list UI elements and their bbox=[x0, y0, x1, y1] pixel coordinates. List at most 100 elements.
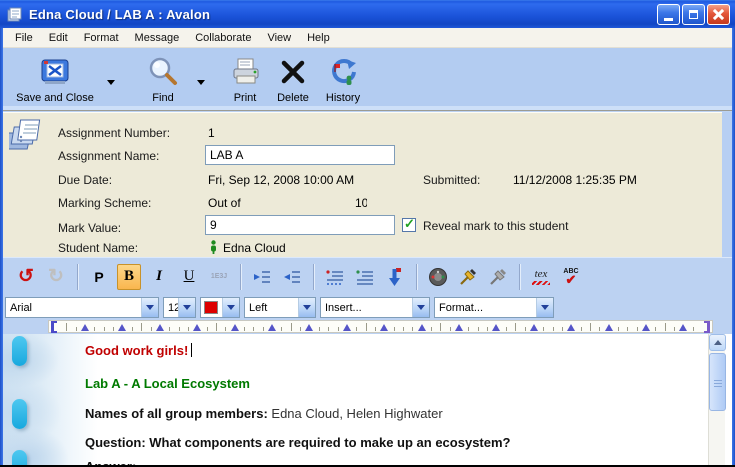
menu-edit[interactable]: Edit bbox=[42, 30, 75, 46]
submitted-value: 11/12/2008 1:25:35 PM bbox=[513, 173, 637, 187]
document-body[interactable]: Good work girls! Lab A - A Local Ecosyst… bbox=[3, 334, 732, 465]
save-and-close-label: Save and Close bbox=[16, 92, 94, 104]
font-select[interactable]: Arial bbox=[5, 297, 159, 318]
scroll-up-button[interactable] bbox=[709, 334, 726, 351]
close-icon bbox=[713, 9, 724, 20]
insert-below-button[interactable] bbox=[383, 264, 407, 290]
underline-button[interactable]: U bbox=[177, 264, 201, 290]
format-toolbar: ↺ ↻ P B I U 1E3J bbox=[3, 257, 732, 295]
font-color-arrow[interactable] bbox=[222, 298, 239, 317]
teacher-comment: Good work girls! bbox=[85, 343, 192, 358]
indent-decrease-button[interactable] bbox=[280, 264, 304, 290]
separator bbox=[416, 264, 417, 290]
form-right-gutter bbox=[722, 112, 732, 257]
signature-button[interactable]: tex bbox=[529, 264, 553, 290]
student-name-value[interactable]: Edna Cloud bbox=[223, 241, 286, 255]
minimize-button[interactable] bbox=[657, 4, 680, 25]
spellcheck-button[interactable]: ABC ✔ bbox=[559, 264, 583, 290]
find-button[interactable]: Find bbox=[135, 54, 191, 104]
insert-select-arrow[interactable] bbox=[412, 298, 429, 317]
eyedropper-gray-button[interactable] bbox=[486, 264, 510, 290]
group-members-line: Names of all group members: Edna Cloud, … bbox=[85, 406, 443, 421]
document-note-icon bbox=[6, 6, 23, 23]
history-button[interactable]: History bbox=[319, 54, 367, 104]
font-select-arrow[interactable] bbox=[141, 298, 158, 317]
insert-select[interactable]: Insert... bbox=[320, 297, 430, 318]
assignment-form: Assignment Number: 1 Assignment Name: Du… bbox=[3, 112, 722, 257]
undo-button[interactable]: ↺ bbox=[14, 264, 38, 290]
format-select[interactable]: Format... bbox=[434, 297, 554, 318]
maximize-button[interactable] bbox=[682, 4, 705, 25]
reveal-mark-label: Reveal mark to this student bbox=[423, 219, 568, 233]
scrollbar-grip-icon bbox=[714, 380, 722, 381]
style-combo-row: Arial 12 Left Insert... Format... bbox=[3, 295, 732, 319]
menu-view[interactable]: View bbox=[260, 30, 298, 46]
menu-format[interactable]: Format bbox=[77, 30, 126, 46]
menu-file[interactable]: File bbox=[8, 30, 40, 46]
quote-style-button[interactable] bbox=[323, 264, 347, 290]
link-wheel-button[interactable] bbox=[426, 264, 450, 290]
stationery-pill-decoration bbox=[12, 336, 27, 366]
font-size-arrow[interactable] bbox=[178, 298, 195, 317]
window-border-left bbox=[0, 28, 3, 465]
print-icon bbox=[230, 57, 260, 87]
close-button[interactable] bbox=[707, 4, 730, 25]
paragraph-style-button[interactable] bbox=[353, 264, 377, 290]
plain-style-button[interactable]: P bbox=[87, 264, 111, 290]
redo-button[interactable]: ↻ bbox=[44, 264, 68, 290]
student-name-label: Student Name: bbox=[58, 241, 138, 255]
lab-title: Lab A - A Local Ecosystem bbox=[85, 376, 250, 391]
scroll-up-icon bbox=[714, 340, 722, 345]
eyedropper-gray-icon bbox=[488, 267, 508, 287]
separator bbox=[313, 264, 314, 290]
paragraph-style-icon bbox=[355, 268, 375, 286]
scrollbar-thumb[interactable] bbox=[709, 353, 726, 411]
save-and-close-icon bbox=[39, 56, 71, 88]
assignment-notes-icon bbox=[9, 117, 45, 155]
eyedropper-button[interactable] bbox=[456, 264, 480, 290]
menu-bar: File Edit Format Message Collaborate Vie… bbox=[3, 28, 732, 48]
format-select-arrow[interactable] bbox=[536, 298, 553, 317]
ruler-right-margin-marker[interactable] bbox=[704, 321, 710, 333]
indent-increase-button[interactable] bbox=[250, 264, 274, 290]
stationery-pill-decoration bbox=[12, 450, 27, 465]
delete-button[interactable]: Delete bbox=[271, 54, 315, 104]
font-size-select[interactable]: 12 bbox=[163, 297, 196, 318]
minimize-icon bbox=[664, 18, 673, 21]
print-button[interactable]: Print bbox=[223, 54, 267, 104]
undo-icon: ↺ bbox=[18, 267, 34, 286]
marking-scheme-label: Marking Scheme: bbox=[58, 196, 151, 210]
mark-value-input[interactable] bbox=[205, 215, 395, 235]
save-and-close-button[interactable]: Save and Close bbox=[9, 54, 101, 104]
separator bbox=[77, 264, 78, 290]
align-select[interactable]: Left bbox=[244, 297, 316, 318]
delete-icon bbox=[279, 58, 307, 86]
find-label: Find bbox=[152, 92, 173, 104]
app-window: Edna Cloud / LAB A : Avalon File Edit Fo… bbox=[0, 0, 735, 467]
font-color-select[interactable] bbox=[200, 297, 240, 318]
ruler-left-margin-marker[interactable] bbox=[51, 321, 57, 333]
text-caret bbox=[191, 343, 192, 357]
find-menu-arrow-icon[interactable] bbox=[197, 80, 205, 85]
find-icon bbox=[147, 56, 179, 88]
menu-help[interactable]: Help bbox=[300, 30, 337, 46]
menu-message[interactable]: Message bbox=[128, 30, 187, 46]
marking-scheme-total: 10 bbox=[355, 196, 367, 210]
redo-icon: ↻ bbox=[48, 267, 64, 286]
bold-button[interactable]: B bbox=[117, 264, 141, 290]
align-select-arrow[interactable] bbox=[298, 298, 315, 317]
separator bbox=[519, 264, 520, 290]
chevron-down-icon bbox=[303, 305, 311, 310]
assignment-name-input[interactable] bbox=[205, 145, 395, 165]
fixed-width-button[interactable]: 1E3J bbox=[207, 264, 231, 290]
due-date-value: Fri, Sep 12, 2008 10:00 AM bbox=[208, 173, 354, 187]
save-menu-arrow-icon[interactable] bbox=[107, 80, 115, 85]
menu-collaborate[interactable]: Collaborate bbox=[188, 30, 258, 46]
eyedropper-icon bbox=[458, 267, 478, 287]
document-scrollbar[interactable] bbox=[708, 334, 725, 465]
ruler-track[interactable] bbox=[48, 320, 713, 333]
reveal-mark-checkbox[interactable] bbox=[402, 218, 416, 232]
italic-button[interactable]: I bbox=[147, 264, 171, 290]
mark-value-label: Mark Value: bbox=[58, 221, 121, 235]
submitted-label: Submitted: bbox=[423, 173, 480, 187]
